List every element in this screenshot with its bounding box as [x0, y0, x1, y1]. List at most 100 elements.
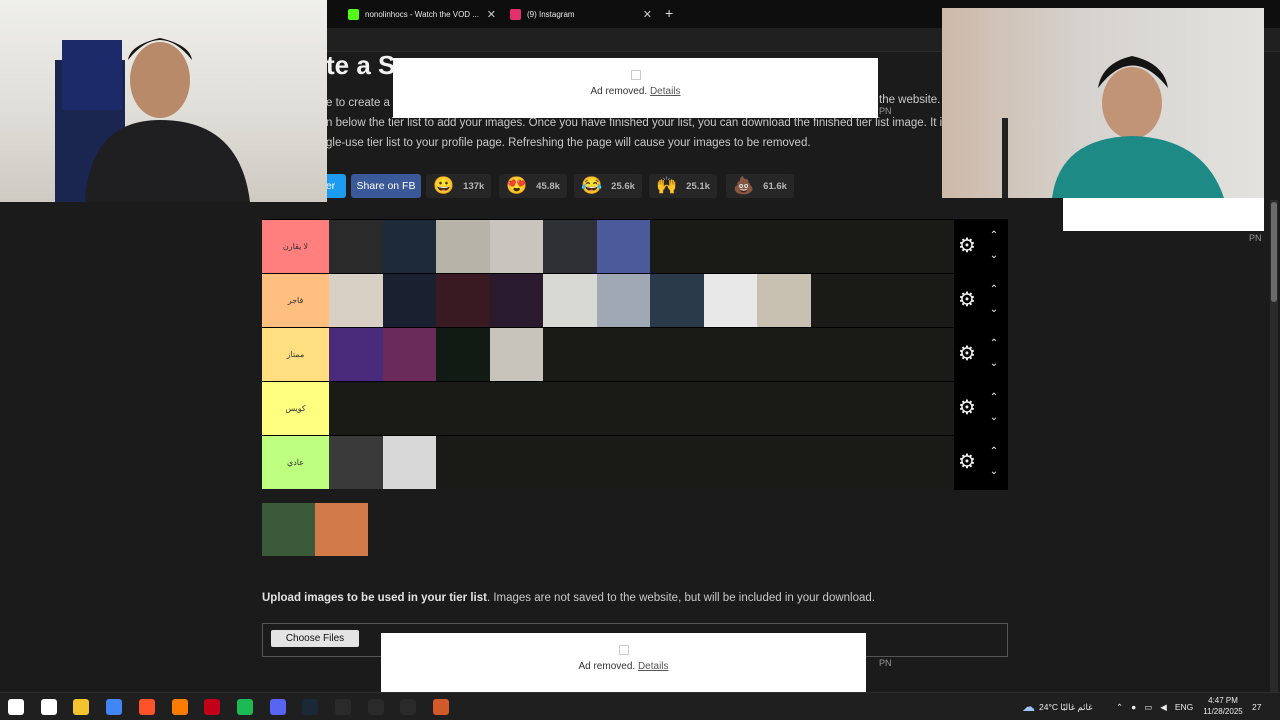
notification-count: 27: [1252, 702, 1262, 712]
upload-instructions: Upload images to be used in your tier li…: [262, 592, 875, 604]
tier-image[interactable]: [436, 220, 490, 273]
tier-image[interactable]: [329, 436, 383, 489]
reaction-poop-button[interactable]: 💩 61.6k: [726, 174, 794, 198]
windows-start-icon[interactable]: [8, 699, 24, 715]
ad-details-link[interactable]: Details: [650, 86, 681, 97]
choose-files-button[interactable]: Choose Files: [271, 630, 359, 647]
tier-image[interactable]: [489, 328, 543, 381]
ad-placeholder-icon: [630, 70, 641, 80]
tier-list: لا يقارن ⚙ ⌃ ⌄ فاجر ⚙ ⌃ ⌄ ممتاز ⚙ ⌃ ⌄ كويس ⚙ ⌃ ⌄ عادي ⚙ ⌃ ⌄: [262, 219, 1008, 490]
gear-icon[interactable]: ⚙: [958, 290, 978, 310]
app-icon[interactable]: [171, 699, 188, 715]
notification-center-button[interactable]: 27: [1252, 693, 1261, 720]
volume-icon[interactable]: ◀: [1160, 702, 1167, 713]
tab-title: (9) Instagram: [527, 9, 575, 19]
tier-controls: ⚙ ⌃ ⌄: [954, 328, 1008, 382]
chevron-up-icon[interactable]: ⌃: [988, 339, 1000, 349]
chevron-down-icon[interactable]: ⌄: [988, 305, 1000, 315]
tier-image[interactable]: [382, 274, 436, 327]
tier-label[interactable]: ممتاز: [262, 328, 329, 381]
tier-image[interactable]: [596, 274, 650, 327]
steam-icon[interactable]: [302, 699, 319, 715]
tab-instagram[interactable]: (9) Instagram ✕: [502, 2, 658, 26]
scrollbar-thumb[interactable]: [1271, 202, 1277, 302]
ad-removed-text: Ad removed.: [590, 86, 648, 97]
tier-image[interactable]: [329, 328, 383, 381]
chevron-up-icon[interactable]: ⌃: [988, 285, 1000, 295]
ad-details-link[interactable]: Details: [638, 661, 669, 672]
reaction-count: 25.1k: [686, 180, 710, 192]
unranked-image-pool: [262, 503, 368, 556]
tier-image[interactable]: [382, 328, 436, 381]
microphone-icon[interactable]: ●: [1131, 702, 1136, 712]
tier-image[interactable]: [703, 274, 757, 327]
tier-label[interactable]: فاجر: [262, 274, 329, 327]
tier-label[interactable]: كويس: [262, 382, 329, 435]
reaction-grinning-button[interactable]: 😀 137k: [426, 174, 492, 198]
gear-icon[interactable]: ⚙: [958, 452, 978, 472]
chrome-icon[interactable]: [106, 699, 123, 715]
tier-label[interactable]: عادي: [262, 436, 329, 489]
brave-icon[interactable]: [138, 699, 155, 715]
tier-image[interactable]: [757, 274, 811, 327]
reaction-raised-hands-button[interactable]: 🙌 25.1k: [649, 174, 717, 198]
network-icon[interactable]: ▭: [1144, 702, 1152, 713]
tier-image[interactable]: [650, 274, 704, 327]
discord-icon[interactable]: [269, 699, 286, 715]
app-icon[interactable]: [335, 699, 351, 715]
pool-image[interactable]: [262, 503, 315, 556]
tier-image[interactable]: [543, 220, 597, 273]
tier-image[interactable]: [596, 220, 650, 273]
weather-widget[interactable]: ☁ 24°C غائم غالبًا: [1022, 693, 1093, 720]
tier-image[interactable]: [489, 220, 543, 273]
reaction-heart-eyes-button[interactable]: 😍 45.8k: [499, 174, 567, 198]
app-icon[interactable]: [367, 699, 384, 715]
spotify-icon[interactable]: [236, 699, 253, 715]
gear-icon[interactable]: ⚙: [958, 344, 978, 364]
gear-icon[interactable]: ⚙: [958, 398, 978, 418]
reaction-count: 25.6k: [611, 180, 635, 192]
chevron-down-icon[interactable]: ⌄: [988, 467, 1000, 477]
intro-line: gle-use tier list to your profile page. …: [326, 137, 811, 149]
file-explorer-icon[interactable]: [73, 699, 90, 715]
tab-kick[interactable]: nonolinhocs - Watch the VOD ... ✕: [340, 2, 502, 26]
gear-icon[interactable]: ⚙: [958, 236, 978, 256]
close-tab-icon[interactable]: ✕: [487, 8, 496, 21]
chevron-down-icon[interactable]: ⌄: [988, 413, 1000, 423]
pool-image[interactable]: [315, 503, 368, 556]
tier-image[interactable]: [329, 274, 383, 327]
chevron-down-icon[interactable]: ⌄: [988, 359, 1000, 369]
tier-image[interactable]: [382, 220, 436, 273]
chevron-up-icon[interactable]: ⌃: [988, 231, 1000, 241]
close-tab-icon[interactable]: ✕: [643, 8, 652, 21]
webcam-figure: [55, 38, 250, 202]
bottom-ad-placeholder: Ad removed. Details: [381, 633, 866, 693]
tier-image[interactable]: [543, 274, 597, 327]
system-tray-icons[interactable]: ⌃ ● ▭ ◀ ENG: [1116, 693, 1193, 720]
clock-date: 11/28/2025: [1203, 707, 1243, 716]
tier-image[interactable]: [489, 274, 543, 327]
chevron-up-icon[interactable]: ⌃: [1116, 702, 1123, 713]
tier-image[interactable]: [382, 436, 436, 489]
app-icon[interactable]: [204, 699, 221, 715]
system-clock[interactable]: 4:47 PM 11/28/2025: [1200, 695, 1246, 717]
keyboard-language[interactable]: ENG: [1175, 702, 1193, 712]
reaction-laughing-button[interactable]: 😂 25.6k: [574, 174, 642, 198]
heart-eyes-icon: 😍: [506, 176, 528, 195]
app-icon[interactable]: [400, 699, 417, 715]
chevron-up-icon[interactable]: ⌃: [988, 447, 1000, 457]
task-view-icon[interactable]: [40, 699, 57, 715]
new-tab-button[interactable]: +: [665, 5, 673, 21]
share-facebook-button[interactable]: Share on FB: [351, 174, 421, 198]
page-title: te a S: [326, 50, 396, 80]
page-scrollbar[interactable]: [1270, 200, 1278, 692]
webcam-figure: [1002, 56, 1224, 198]
tier-image[interactable]: [329, 220, 383, 273]
windows-taskbar: ☁ 24°C غائم غالبًا ⌃ ● ▭ ◀ ENG 4:47 PM 1…: [0, 692, 1280, 720]
app-icon[interactable]: [433, 699, 450, 715]
tier-image[interactable]: [436, 328, 490, 381]
chevron-down-icon[interactable]: ⌄: [988, 251, 1000, 261]
tier-label[interactable]: لا يقارن: [262, 220, 329, 273]
tier-image[interactable]: [436, 274, 490, 327]
chevron-up-icon[interactable]: ⌃: [988, 393, 1000, 403]
